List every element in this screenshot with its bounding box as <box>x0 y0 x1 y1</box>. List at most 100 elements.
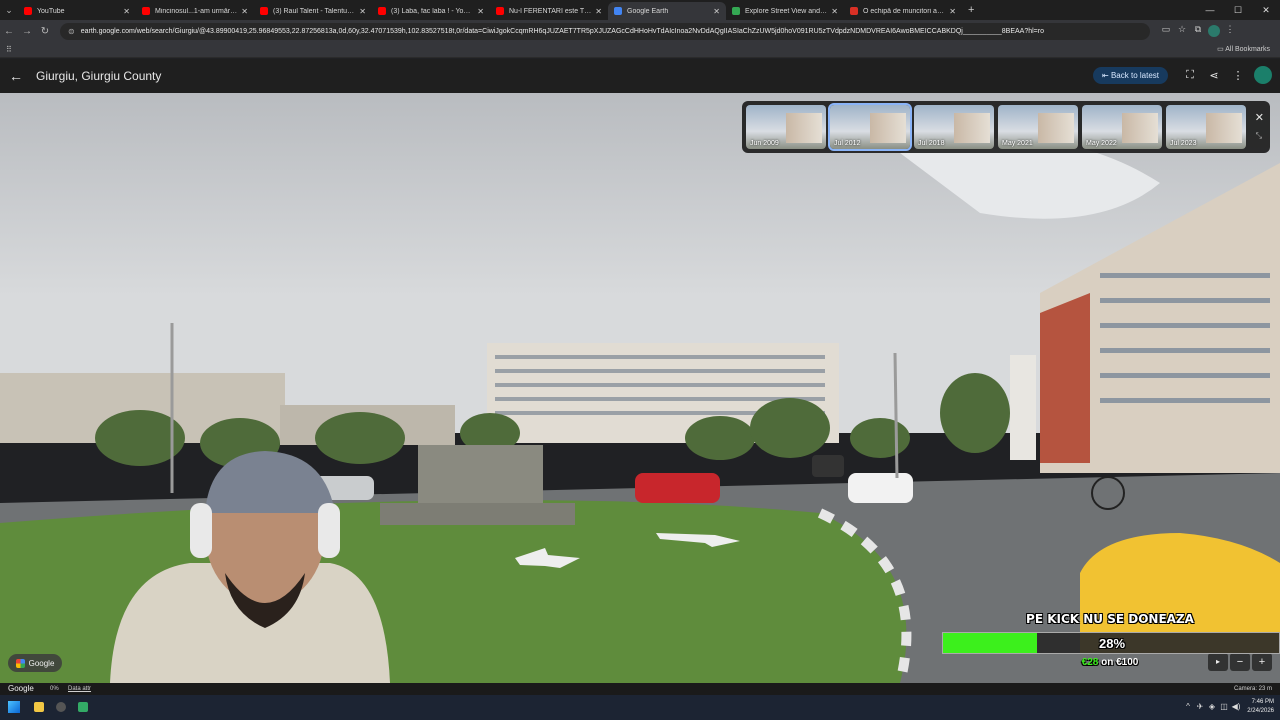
timeline-date-label: Jul 2023 <box>1170 140 1197 147</box>
back-to-latest-label: Back to latest <box>1110 70 1159 80</box>
historical-imagery-panel: Jun 2009 Jul 2012 Jul 2018 May 2021 May 2022… <box>742 101 1270 153</box>
volume-icon[interactable]: ◀) <box>1230 702 1242 711</box>
tab-search-icon[interactable]: ⌄ <box>0 0 18 20</box>
tray-app-icon[interactable]: ✈ <box>1194 702 1206 711</box>
bookmarks-bar: ⠿ ▭ All Bookmarks <box>0 42 1280 58</box>
browser-tab[interactable]: Nu-l FERENTARI este TEI TOBO ✕ <box>490 2 608 20</box>
all-bookmarks-link[interactable]: ▭ All Bookmarks <box>1217 45 1270 53</box>
close-tab-icon[interactable]: ✕ <box>477 7 484 16</box>
windows-taskbar: ^ ✈ ◈ ◫ ◀) 7:46 PM 2/24/2026 <box>0 695 1280 720</box>
close-tab-icon[interactable]: ✕ <box>831 7 838 16</box>
timeline-thumbnail[interactable]: Jul 2023 <box>1166 105 1246 149</box>
toolbar-actions: ▭ ☆ ⧉ ⋮ <box>1158 24 1238 39</box>
browser-tab[interactable]: O echipă de muncitori au dărâ ✕ <box>844 2 962 20</box>
more-options-icon[interactable]: ⋮ <box>1226 69 1250 82</box>
browser-tab-strip: ⌄ YouTube✕Mincinosul...1-am urmărit douã… <box>0 0 1280 20</box>
browser-tab[interactable]: Explore Street View and add yo ✕ <box>726 2 844 20</box>
timeline-thumbnail[interactable]: May 2021 <box>998 105 1078 149</box>
file-explorer-icon[interactable] <box>34 702 44 712</box>
close-tab-icon[interactable]: ✕ <box>949 7 956 16</box>
donation-current: €28 <box>1081 657 1099 668</box>
tab-title: Nu-l FERENTARI este TEI TOBO <box>509 7 591 15</box>
cast-icon[interactable]: ▭ <box>1158 24 1174 39</box>
close-tab-icon[interactable]: ✕ <box>241 7 248 16</box>
streamer-webcam <box>110 451 390 683</box>
monument-pedestal <box>418 445 543 507</box>
system-tray: ^ ✈ ◈ ◫ ◀) <box>1182 702 1242 711</box>
tab-favicon-icon <box>260 7 268 15</box>
system-clock[interactable]: 7:46 PM 2/24/2026 <box>1247 698 1274 716</box>
browser-tab[interactable]: Google Earth ✕ <box>608 2 726 20</box>
menu-icon[interactable]: ⋮ <box>1222 24 1238 39</box>
close-window-icon[interactable]: ✕ <box>1252 5 1280 16</box>
browser-toolbar: ← → ↻ ⊜ earth.google.com/web/search/Giur… <box>0 20 1280 42</box>
tab-favicon-icon <box>496 7 504 15</box>
timeline-thumbnail[interactable]: Jun 2009 <box>746 105 826 149</box>
minimize-icon[interactable]: — <box>1196 5 1224 15</box>
profile-icon[interactable] <box>1206 24 1222 39</box>
tray-chevron-icon[interactable]: ^ <box>1182 702 1194 711</box>
window-controls: — ☐ ✕ <box>1196 0 1280 20</box>
google-logo-button[interactable]: Google <box>8 654 62 672</box>
browser-tab[interactable]: (3) Raul Talent - Talentul ala fi... ✕ <box>254 2 372 20</box>
donation-progress-bar: 28% <box>942 632 1280 654</box>
tab-title: (3) Raul Talent - Talentul ala fi... <box>273 7 355 15</box>
all-bookmarks-label: All Bookmarks <box>1225 46 1270 53</box>
close-tab-icon[interactable]: ✕ <box>595 7 602 16</box>
new-tab-icon[interactable]: + <box>968 4 974 16</box>
tab-favicon-icon <box>614 7 622 15</box>
account-avatar[interactable] <box>1254 66 1272 84</box>
bookmark-star-icon[interactable]: ☆ <box>1174 24 1190 39</box>
start-icon[interactable] <box>8 701 20 713</box>
network-icon[interactable]: ◫ <box>1218 702 1230 711</box>
dark-van <box>812 455 844 477</box>
browser-tab[interactable]: YouTube ✕ <box>18 2 136 20</box>
tab-title: Google Earth <box>627 7 669 15</box>
google-g-icon <box>15 658 25 668</box>
apps-icon[interactable]: ⠿ <box>6 45 12 54</box>
share-icon[interactable]: ⋖ <box>1202 69 1226 82</box>
timeline-date-label: Jul 2018 <box>918 140 945 147</box>
earth-header-actions: ⇤ Back to latest ⛶ ⋖ ⋮ <box>1093 66 1272 84</box>
clock-tower <box>1010 355 1036 460</box>
back-icon[interactable]: ← <box>0 26 18 37</box>
browser-tab[interactable]: (3) Laba, fac laba ! - YouTube ✕ <box>372 2 490 20</box>
app-check-icon[interactable] <box>78 702 88 712</box>
close-timeline-icon[interactable]: ✕ <box>1255 111 1264 124</box>
maximize-icon[interactable]: ☐ <box>1224 5 1252 16</box>
donation-target: on €100 <box>1098 657 1139 668</box>
close-tab-icon[interactable]: ✕ <box>123 7 130 16</box>
reload-icon[interactable]: ↻ <box>36 26 54 37</box>
tab-favicon-icon <box>142 7 150 15</box>
tab-favicon-icon <box>378 7 386 15</box>
url-text: earth.google.com/web/search/Giurgiu/@43.… <box>80 27 1044 35</box>
white-car <box>848 473 913 503</box>
fullscreen-icon[interactable]: ⛶ <box>1178 69 1202 82</box>
tab-title: Explore Street View and add yo <box>745 7 827 15</box>
donation-amount: €28 on €100 <box>940 657 1280 668</box>
earth-back-icon[interactable]: ← <box>2 68 30 84</box>
timeline-thumbnail[interactable]: Jul 2012 <box>828 103 912 151</box>
close-tab-icon[interactable]: ✕ <box>713 7 720 16</box>
earth-header: ← Giurgiu, Giurgiu County ⇤ Back to late… <box>0 59 1280 93</box>
status-google: Google <box>8 684 34 693</box>
tray-shield-icon[interactable]: ◈ <box>1206 702 1218 711</box>
tab-title: (3) Laba, fac laba ! - YouTube <box>391 7 473 15</box>
back-to-latest-button[interactable]: ⇤ Back to latest <box>1093 66 1168 84</box>
forward-icon[interactable]: → <box>18 26 36 37</box>
timeline-thumbnail[interactable]: May 2022 <box>1082 105 1162 149</box>
close-tab-icon[interactable]: ✕ <box>359 7 366 16</box>
site-info-icon[interactable]: ⊜ <box>68 27 75 36</box>
street-view-panorama[interactable] <box>0 93 1280 683</box>
expand-timeline-icon[interactable]: ⤡ <box>1256 131 1262 141</box>
red-car <box>635 473 720 503</box>
data-attribution-link[interactable]: Data attr <box>68 686 91 692</box>
tab-favicon-icon <box>24 7 32 15</box>
obs-icon[interactable] <box>56 702 66 712</box>
browser-tab[interactable]: Mincinosul...1-am urmărit douã ✕ <box>136 2 254 20</box>
clock-time: 7:46 PM <box>1251 699 1274 705</box>
timeline-thumbnail[interactable]: Jul 2018 <box>914 105 994 149</box>
extensions-icon[interactable]: ⧉ <box>1190 24 1206 39</box>
tab-title: Mincinosul...1-am urmărit douã <box>155 7 237 15</box>
address-bar[interactable]: ⊜ earth.google.com/web/search/Giurgiu/@4… <box>60 22 1150 40</box>
